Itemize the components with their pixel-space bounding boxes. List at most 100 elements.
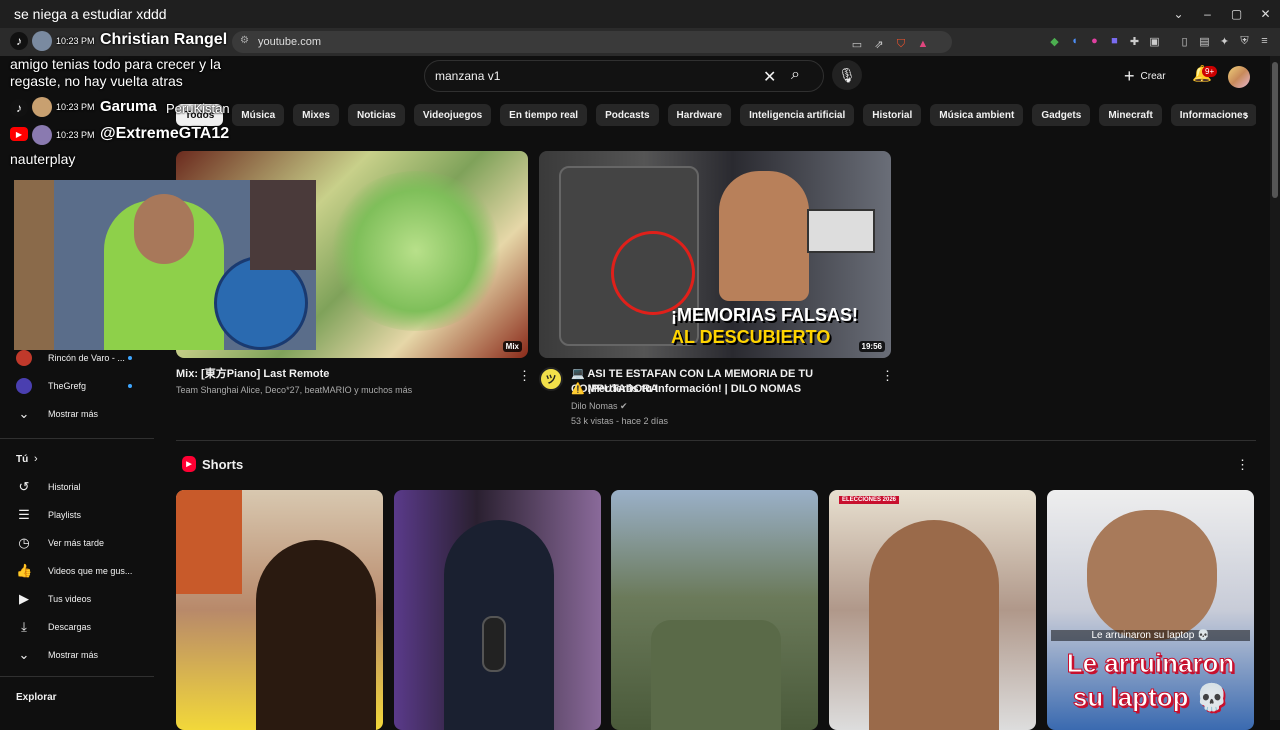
avatar xyxy=(32,125,52,145)
extension-icon[interactable]: ◖ xyxy=(1066,32,1083,50)
more-options-icon[interactable]: ⋮ xyxy=(881,368,894,384)
chip[interactable]: Podcasts xyxy=(596,104,659,126)
tab-search-icon[interactable]: ⌄ xyxy=(1164,0,1193,28)
sidebar-show-more[interactable]: ⌄ Mostrar más xyxy=(0,400,160,428)
verified-icon: ✔ xyxy=(620,401,628,411)
more-options-icon[interactable]: ⋮ xyxy=(1236,457,1249,473)
chip[interactable]: Historial xyxy=(863,104,922,126)
maximize-icon[interactable]: ▢ xyxy=(1222,0,1251,28)
chat-username: Garuma xyxy=(100,98,157,115)
short-vehicle xyxy=(651,620,781,730)
menu-icon[interactable]: ≡ xyxy=(1256,32,1273,50)
thumbnail-caption: AL DESCUBIERTO xyxy=(671,327,831,347)
plus-icon: + xyxy=(1124,65,1135,86)
address-bar-actions: ▭ ⇗ ⛉ ▲ xyxy=(848,35,932,53)
close-icon[interactable]: ✕ xyxy=(1251,0,1280,28)
clock-icon: ◷ xyxy=(18,535,30,550)
chat-time: 10:23 PM xyxy=(56,130,95,140)
clear-search-icon[interactable]: ✕ xyxy=(763,67,776,87)
chip[interactable]: Mixes xyxy=(293,104,339,126)
short-thumbnail[interactable] xyxy=(176,490,383,730)
vpn-icon[interactable]: ⛨ xyxy=(1236,32,1253,50)
short-big-caption: su laptop 💀 xyxy=(1072,682,1229,713)
chip[interactable]: Hardware xyxy=(667,104,732,126)
sidebar-channel-thegrefg[interactable]: TheGrefg xyxy=(0,372,160,400)
sidebar-item-label: Playlists xyxy=(48,510,82,520)
extension-icon[interactable]: ■ xyxy=(1106,32,1123,50)
short-thumbnail[interactable] xyxy=(394,490,601,730)
chat-username: @ExtremeGTA12 xyxy=(100,125,230,142)
short-person xyxy=(1087,510,1217,640)
chip[interactable]: Música ambient xyxy=(930,104,1024,126)
chevron-right-icon: › xyxy=(34,453,38,465)
tab-active[interactable]: se niega a estudiar xddd xyxy=(14,0,167,28)
short-inset xyxy=(176,490,242,594)
share-icon[interactable]: ⇗ xyxy=(870,35,888,53)
sidebar-item-your-videos[interactable]: ▶ Tus videos xyxy=(0,585,160,613)
sidebar-you-heading[interactable]: Tú › xyxy=(0,445,160,473)
puzzle-icon[interactable]: ✚ xyxy=(1126,32,1143,50)
sidebar-item-label: Ver más tarde xyxy=(48,538,105,548)
sidebar-show-more-you[interactable]: ⌄ Mostrar más xyxy=(0,641,160,669)
short-person xyxy=(256,540,376,730)
extension-icon[interactable]: ◆ xyxy=(1046,32,1063,50)
brave-rewards-icon[interactable]: ▲ xyxy=(914,35,932,53)
chip[interactable]: Noticias xyxy=(347,104,405,126)
sidebar-item-label: Tus videos xyxy=(48,594,92,604)
avatar[interactable] xyxy=(1228,66,1250,88)
sidebar-item-downloads[interactable]: ⤓ Descargas xyxy=(0,613,160,641)
sidebar-toggle-icon[interactable]: ▯ xyxy=(1176,32,1193,50)
chip[interactable]: Inteligencia artificial xyxy=(740,104,855,126)
search-input[interactable]: manzana v1 ✕ ⌕ xyxy=(424,60,824,92)
chip[interactable]: Videojuegos xyxy=(413,104,492,126)
video-meta[interactable]: Team Shanghai Alice, Deco*27, beatMARIO … xyxy=(176,385,412,395)
shorts-title: Shorts xyxy=(202,456,244,472)
more-options-icon[interactable]: ⋮ xyxy=(518,368,531,384)
sidebar-item-playlists[interactable]: ☰ Playlists xyxy=(0,501,160,529)
scrollbar-thumb[interactable] xyxy=(1272,62,1278,198)
short-thumbnail[interactable] xyxy=(611,490,818,730)
thumbnail-person xyxy=(719,171,809,301)
brave-shield-icon[interactable]: ⛉ xyxy=(892,35,910,53)
channel-avatar[interactable]: ツ xyxy=(539,367,563,391)
chip[interactable]: Minecraft xyxy=(1099,104,1162,126)
video-title[interactable]: Mix: [東方Piano] Last Remote xyxy=(176,367,506,382)
channel-avatar xyxy=(16,350,32,366)
short-big-caption: Le arruinaron xyxy=(1066,648,1235,679)
sidebar-item-liked[interactable]: 👍 Videos que me gus... xyxy=(0,557,160,585)
create-button[interactable]: + Crear xyxy=(1124,64,1166,88)
extension-icon[interactable]: ▣ xyxy=(1146,32,1163,50)
short-thumbnail[interactable]: ELECCIONES 2026 xyxy=(829,490,1036,730)
thumbnail-art xyxy=(326,171,506,331)
site-info-icon[interactable]: ⚙ xyxy=(240,35,252,47)
sidebar-item-watch-later[interactable]: ◷ Ver más tarde xyxy=(0,529,160,557)
chevron-right-icon[interactable]: › xyxy=(1244,107,1249,123)
extensions-bar: ◆ ◖ ● ■ ✚ ▣ ▯ ▤ ✦ ⛨ ≡ xyxy=(1046,32,1273,50)
video-title-line2[interactable]: ⚠️ ¡Perderás tu Información! | DILO NOMA… xyxy=(571,382,881,397)
sidebar-item-history[interactable]: ↺ Historial xyxy=(0,473,160,501)
channel-name[interactable]: Dilo Nomas ✔ xyxy=(571,401,628,412)
divider xyxy=(0,676,154,677)
cast-icon[interactable]: ▭ xyxy=(848,35,866,53)
thumbnail-caption: ¡MEMORIAS FALSAS! xyxy=(671,305,858,325)
leo-ai-icon[interactable]: ✦ xyxy=(1216,32,1233,50)
wallet-icon[interactable]: ▤ xyxy=(1196,32,1213,50)
chip[interactable]: Música xyxy=(232,104,285,126)
you-heading: Tú xyxy=(16,453,29,465)
search-icon[interactable]: ⌕ xyxy=(791,66,800,84)
chip[interactable]: En tiempo real xyxy=(500,104,588,126)
address-bar[interactable]: ⚙ youtube.com ▭ ⇗ ⛉ ▲ xyxy=(232,31,952,53)
minimize-icon[interactable]: – xyxy=(1193,0,1222,28)
url-text: youtube.com xyxy=(258,36,321,48)
thumbnail-circle xyxy=(611,231,695,315)
sidebar-item-label: Descargas xyxy=(48,622,92,632)
webcam-object xyxy=(250,180,316,270)
shorts-icon: ▶ xyxy=(182,456,196,472)
notifications-badge: 9+ xyxy=(1202,66,1218,77)
extension-icon[interactable]: ● xyxy=(1086,32,1103,50)
playlists-icon: ☰ xyxy=(18,507,30,522)
chip[interactable]: Gadgets xyxy=(1032,104,1091,126)
microphone-icon[interactable]: 🎙 xyxy=(832,60,862,90)
video-thumbnail[interactable]: ¡MEMORIAS FALSAS! AL DESCUBIERTO 19:56 xyxy=(539,151,891,358)
short-thumbnail[interactable]: Le arruinaron su laptop 💀 Le arruinaron … xyxy=(1047,490,1254,730)
